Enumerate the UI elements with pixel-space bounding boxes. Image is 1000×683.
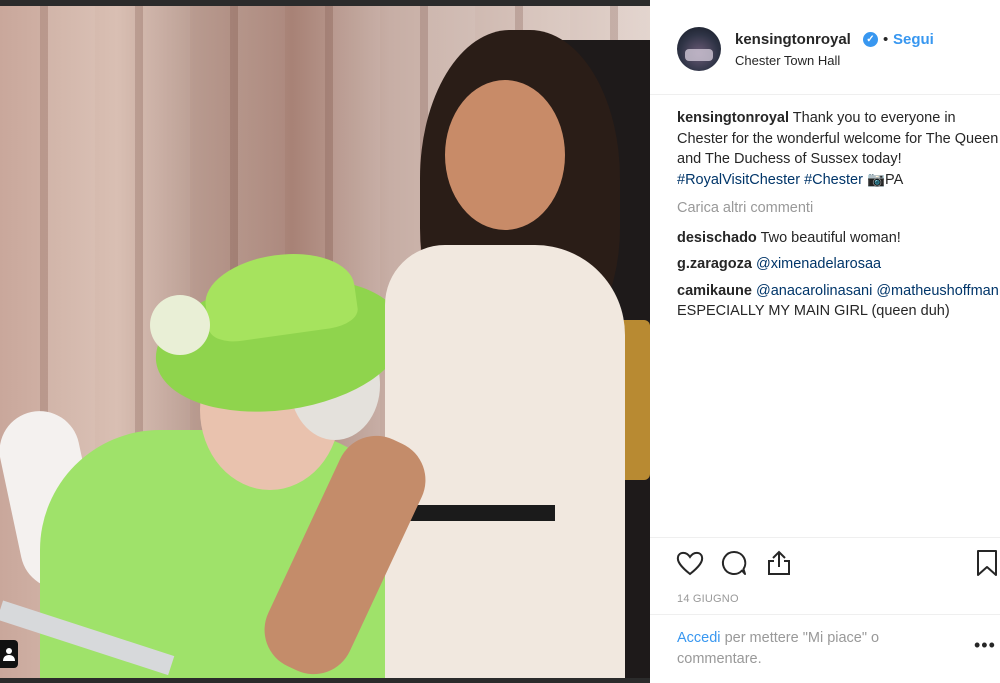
hat-flower (150, 295, 210, 355)
post-header: kensingtonroyal ✓ • Segui Chester Town H… (650, 0, 1000, 95)
black-belt (395, 505, 555, 521)
login-link[interactable]: Accedi (677, 630, 721, 646)
list-item: camikaune @anacarolinasani @matheushoffm… (677, 281, 999, 322)
hashtag-chester[interactable]: #Chester (804, 172, 863, 188)
more-options-icon[interactable]: ••• (974, 635, 996, 656)
login-text: Accedi per mettere "Mi piace" o commenta… (677, 628, 927, 670)
action-bar (650, 537, 1000, 585)
comment-mention[interactable]: @ximenadelarosaa (756, 256, 881, 272)
comments-list: kensingtonroyal Thank you to everyone in… (677, 108, 999, 328)
photo-top-border (0, 0, 650, 6)
comment-mention[interactable]: @anacarolinasani (756, 283, 872, 299)
post-date[interactable]: 14 GIUGNO (677, 593, 739, 605)
photo-bottom-border (0, 678, 650, 683)
verified-badge-icon: ✓ (863, 32, 878, 47)
user-tag-icon[interactable] (0, 640, 18, 668)
comment-text: Two beautiful woman! (760, 229, 901, 246)
post-photo[interactable] (0, 0, 650, 683)
comment-mention[interactable]: @matheushoffman (876, 283, 998, 299)
load-more-comments-button[interactable]: Carica altri commenti (677, 198, 999, 219)
list-item: desischado Two beautiful woman! (677, 228, 999, 249)
login-prompt: Accedi per mettere "Mi piace" o commenta… (650, 614, 1000, 683)
follow-button[interactable]: Segui (893, 31, 934, 48)
comment-icon[interactable] (719, 548, 749, 578)
hashtag-royalvisitchester[interactable]: #RoyalVisitChester (677, 172, 800, 188)
bookmark-icon[interactable] (972, 548, 1000, 578)
caption: kensingtonroyal Thank you to everyone in… (677, 108, 999, 190)
avatar[interactable] (677, 27, 721, 71)
header-username[interactable]: kensingtonroyal (735, 31, 851, 48)
comment-text: ESPECIALLY MY MAIN GIRL (queen duh) (677, 303, 950, 319)
photo-credit: PA (885, 171, 904, 188)
comment-username[interactable]: camikaune (677, 283, 752, 299)
camera-icon: 📷 (866, 171, 886, 188)
comment-username[interactable]: desischado (677, 230, 757, 246)
location-link[interactable]: Chester Town Hall (735, 53, 840, 68)
comment-username[interactable]: g.zaragoza (677, 256, 752, 272)
share-icon[interactable] (764, 548, 794, 578)
duchess-face (445, 80, 565, 230)
list-item: g.zaragoza @ximenadelarosaa (677, 254, 999, 275)
heart-icon[interactable] (675, 548, 705, 578)
caption-username[interactable]: kensingtonroyal (677, 110, 789, 126)
separator-dot: • (883, 31, 889, 48)
post-panel: kensingtonroyal ✓ • Segui Chester Town H… (650, 0, 1000, 683)
